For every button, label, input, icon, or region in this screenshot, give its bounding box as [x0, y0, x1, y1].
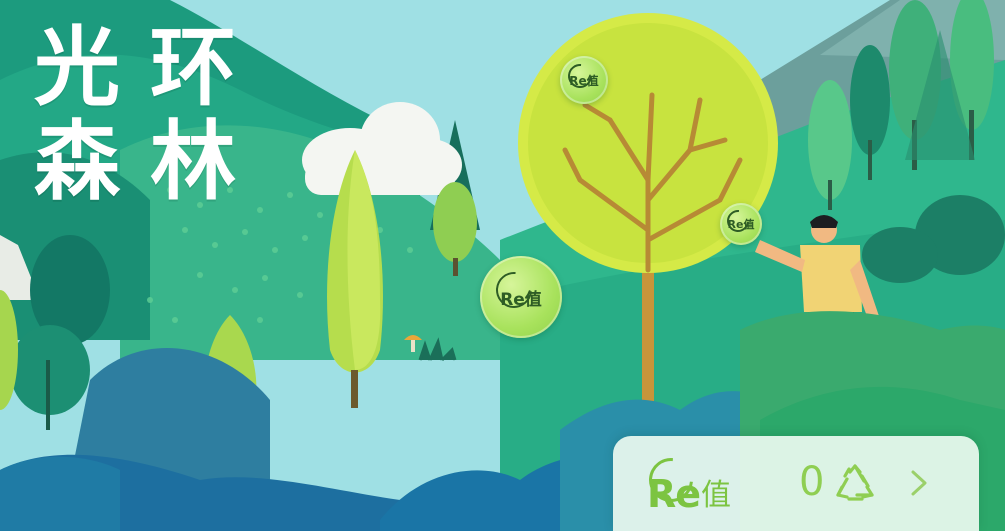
re-value-bubble[interactable]: Re值 [720, 203, 762, 245]
re-value-panel[interactable]: Re 值 0 [613, 436, 979, 531]
re-value-bubble[interactable]: Re值 [480, 256, 562, 338]
recycle-icon [836, 464, 874, 501]
re-value-bubble[interactable]: Re值 [560, 56, 608, 104]
title-char: 林 [150, 112, 236, 212]
title-char: 森 [34, 112, 120, 212]
re-value-logo: Re 值 [640, 449, 732, 516]
chevron-right-icon[interactable] [907, 466, 931, 500]
title-char: 环 [150, 18, 236, 118]
title-char: 光 [34, 18, 120, 118]
forest-title: 光 环 森 林 [34, 22, 260, 208]
re-value-count: 0 [799, 459, 825, 505]
zhi-text: 值 [701, 478, 732, 513]
re-text: Re [647, 472, 701, 516]
game-screen: 光 环 森 林 Re值 Re值 Re值 Re 值 0 [0, 0, 1005, 531]
